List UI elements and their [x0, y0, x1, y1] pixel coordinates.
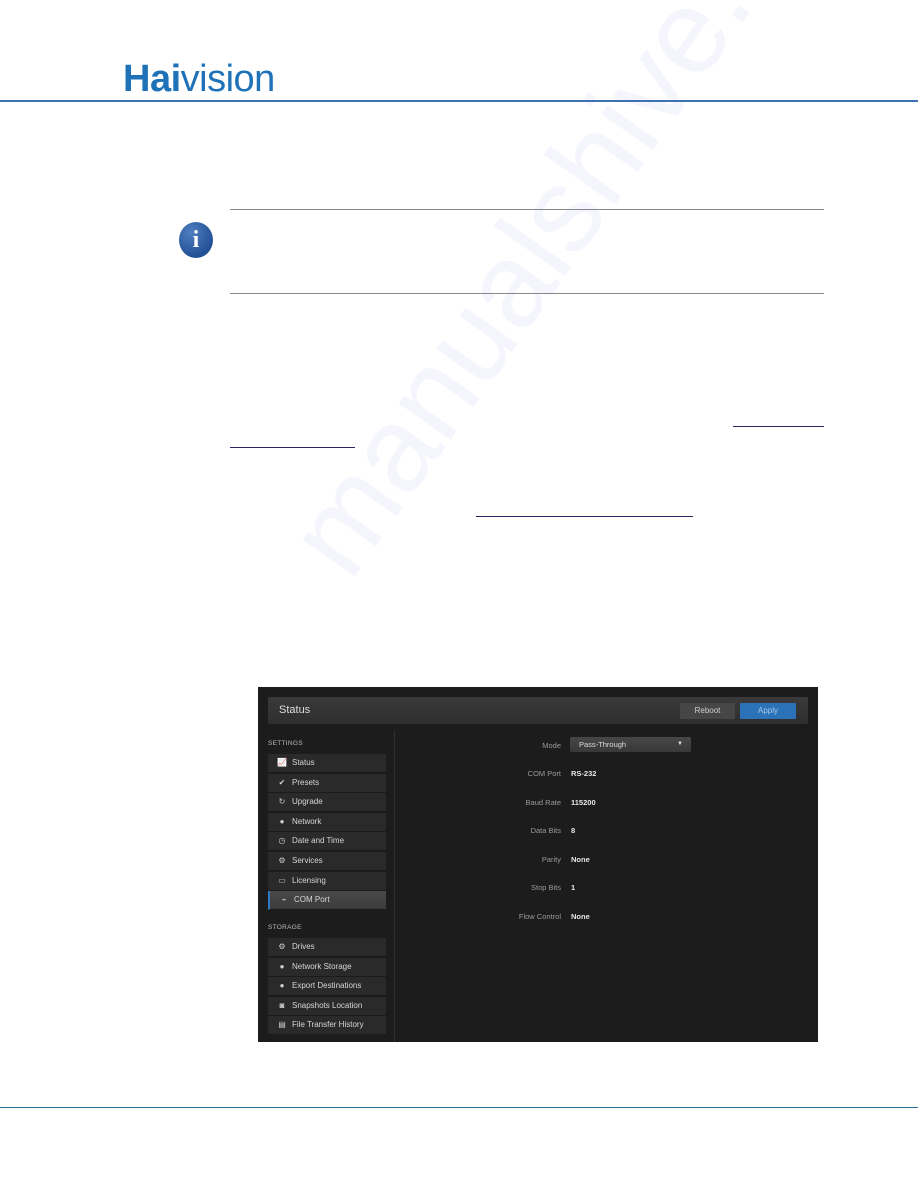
field-label: Parity	[541, 854, 561, 864]
sidebar-item-date-and-time[interactable]: ◷ Date and Time	[268, 832, 386, 852]
sidebar-item-label: File Transfer History	[292, 1020, 364, 1030]
sidebar-item-drives[interactable]: ⚙ Drives	[268, 938, 386, 957]
field-label: COM Port	[527, 769, 561, 778]
sidebar-item-services[interactable]: ⚙ Services	[268, 852, 386, 871]
sidebar-item-snapshots-location[interactable]: ◙ Snapshots Location	[268, 996, 386, 1016]
sidebar-item-label: Services	[292, 856, 323, 865]
watermark: manualshive.com	[261, 0, 907, 599]
field-label: Baud Rate	[525, 797, 561, 807]
field-label: Flow Control	[518, 912, 561, 921]
doc-link-2[interactable]	[476, 516, 693, 517]
logo-bold-part: Hai	[123, 58, 181, 100]
globe-icon: ●	[279, 961, 285, 971]
sidebar-item-licensing[interactable]: ▭ Licensing	[268, 871, 386, 891]
sidebar-item-com-port[interactable]: ⌁ COM Port	[268, 891, 386, 911]
globe-icon: ●	[279, 981, 285, 991]
note-top-rule	[230, 209, 824, 210]
sidebar-item-network-storage[interactable]: ● Network Storage	[268, 957, 386, 977]
sidebar-item-label: Date and Time	[292, 836, 345, 846]
gear-icon: ⚙	[278, 856, 286, 865]
sidebar-item-label: Network	[292, 816, 322, 826]
sidebar-item-export-destinations[interactable]: ● Export Destinations	[268, 977, 386, 997]
settings-section-label: SETTINGS	[268, 740, 303, 747]
sidebar-item-label: Export Destinations	[292, 981, 362, 991]
sidebar-item-label: Snapshots Location	[292, 1000, 363, 1010]
field-value: 1	[571, 883, 576, 893]
footer-rule	[0, 1107, 918, 1108]
apply-button[interactable]: Apply	[740, 703, 796, 719]
clock-icon: ◷	[278, 836, 286, 846]
sidebar-item-presets[interactable]: ✔ Presets	[268, 773, 386, 793]
globe-icon: ●	[279, 816, 285, 826]
field-label: Data Bits	[530, 826, 561, 836]
gear-icon: ⚙	[278, 942, 286, 951]
info-icon: i	[179, 222, 213, 258]
doc-link-part-2[interactable]	[230, 447, 355, 448]
field-value: RS-232	[571, 769, 597, 778]
sidebar-item-label: Drives	[292, 942, 315, 951]
logo-light-part: vision	[180, 58, 276, 100]
sidebar-item-status[interactable]: 📈 Status	[268, 754, 386, 773]
file-icon: ▤	[278, 1020, 286, 1030]
reboot-button[interactable]: Reboot	[680, 703, 735, 719]
refresh-icon: ↻	[278, 797, 286, 807]
field-value: None	[571, 854, 590, 864]
mode-value: Pass-Through	[579, 740, 627, 749]
field-label: Stop Bits	[530, 883, 561, 893]
doc-link-part-1[interactable]	[733, 426, 824, 427]
mode-select[interactable]: Pass-Through ▼	[570, 737, 691, 752]
sidebar: SETTINGS 📈 Status ✔ Presets ↻ Upgrade ● Network…	[258, 730, 395, 1042]
sidebar-item-label: Licensing	[292, 875, 326, 885]
sidebar-item-label: Presets	[292, 777, 320, 787]
sidebar-item-network[interactable]: ● Network	[268, 812, 386, 832]
plug-icon: ⌁	[281, 895, 287, 905]
note-bottom-rule	[230, 293, 824, 294]
sidebar-item-file-transfer-history[interactable]: ▤ File Transfer History	[268, 1016, 386, 1036]
page-title: Status	[279, 704, 311, 716]
chart-icon: 📈	[277, 758, 287, 767]
sidebar-item-label: Network Storage	[292, 961, 352, 971]
haivision-logo: Haivision	[123, 58, 275, 101]
sidebar-item-label: COM Port	[294, 895, 330, 905]
sidebar-item-label: Upgrade	[292, 797, 323, 807]
header-rule	[0, 100, 918, 102]
storage-section-label: STORAGE	[268, 924, 302, 931]
field-value: None	[571, 912, 590, 921]
sidebar-item-label: Status	[292, 758, 315, 767]
check-icon: ✔	[278, 777, 286, 787]
license-card-icon: ▭	[278, 875, 286, 885]
chevron-down-icon: ▼	[677, 741, 683, 747]
mode-label: Mode	[542, 741, 561, 750]
sidebar-item-upgrade[interactable]: ↻ Upgrade	[268, 793, 386, 813]
top-bar: Status Reboot Apply	[268, 697, 808, 724]
com-port-settings-screenshot: Status Reboot Apply SETTINGS 📈 Status ✔ Pre…	[258, 687, 818, 1042]
field-value: 8	[571, 826, 576, 836]
camera-icon: ◙	[279, 1000, 285, 1010]
field-value: 115200	[571, 797, 596, 807]
